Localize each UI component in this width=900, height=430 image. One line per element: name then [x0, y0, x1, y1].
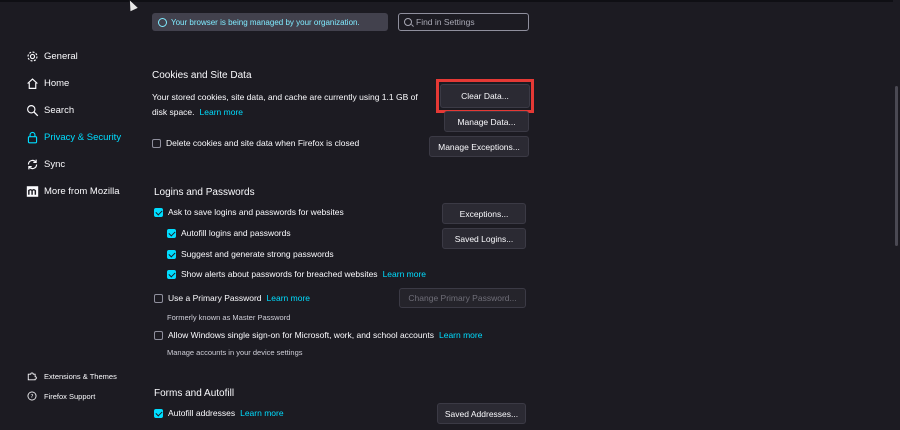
- sidebar-item-more-from-mozilla[interactable]: More from Mozilla: [25, 184, 120, 198]
- sidebar-footer-label: Firefox Support: [44, 391, 96, 401]
- puzzle-icon: [27, 371, 37, 381]
- cookies-usage-text-line1: Your stored cookies, site data, and cach…: [152, 92, 418, 102]
- checkbox-checked[interactable]: [154, 408, 163, 418]
- gear-icon: [25, 49, 39, 63]
- primary-password-learn-more-link[interactable]: Learn more: [267, 293, 310, 303]
- checkbox-unchecked[interactable]: [154, 330, 163, 340]
- manage-data-button[interactable]: Manage Data...: [444, 111, 529, 132]
- sidebar-item-sync[interactable]: Sync: [25, 157, 65, 171]
- managed-banner-text: Your browser is being managed by your or…: [171, 17, 360, 27]
- sidebar-footer-label: Extensions & Themes: [44, 371, 117, 381]
- sidebar-item-label: Home: [44, 77, 70, 89]
- delete-on-close-label: Delete cookies and site data when Firefo…: [166, 138, 360, 148]
- search-input[interactable]: Find in Settings: [398, 13, 529, 31]
- windows-sso-label: Allow Windows single sign-on for Microso…: [168, 330, 434, 340]
- search-placeholder: Find in Settings: [416, 17, 475, 27]
- checkbox-checked[interactable]: [167, 249, 176, 259]
- cookies-section-title: Cookies and Site Data: [152, 70, 252, 81]
- ask-save-logins-label: Ask to save logins and passwords for web…: [168, 207, 344, 217]
- search-icon: [404, 18, 412, 26]
- logins-section-title: Logins and Passwords: [154, 187, 255, 198]
- autofill-logins-label: Autofill logins and passwords: [181, 228, 291, 238]
- breach-alerts-checkbox[interactable]: Show alerts about passwords for breached…: [167, 269, 426, 279]
- sidebar-extensions-themes[interactable]: Extensions & Themes: [27, 371, 117, 381]
- sync-icon: [25, 157, 39, 171]
- windows-sso-note: Manage accounts in your device settings: [167, 348, 303, 357]
- sidebar-item-general[interactable]: General: [25, 49, 78, 63]
- autofill-addresses-checkbox[interactable]: Autofill addresses Learn more: [154, 408, 284, 418]
- clear-data-highlight-box: [436, 79, 534, 113]
- suggest-passwords-checkbox[interactable]: Suggest and generate strong passwords: [167, 249, 334, 259]
- scrollbar-thumb[interactable]: [895, 86, 898, 246]
- help-icon: ?: [27, 391, 37, 401]
- checkbox-checked[interactable]: [167, 228, 176, 238]
- autofill-addresses-label: Autofill addresses: [168, 408, 236, 418]
- autofill-logins-checkbox[interactable]: Autofill logins and passwords: [167, 228, 291, 238]
- sidebar-item-search[interactable]: Search: [25, 103, 74, 117]
- sidebar-item-home[interactable]: Home: [25, 76, 69, 90]
- lock-icon: [25, 130, 39, 144]
- breach-alerts-label: Show alerts about passwords for breached…: [181, 269, 378, 279]
- saved-logins-button[interactable]: Saved Logins...: [442, 228, 526, 249]
- manage-exceptions-button[interactable]: Manage Exceptions...: [429, 136, 529, 157]
- cookies-learn-more-link[interactable]: Learn more: [200, 107, 243, 117]
- primary-password-label: Use a Primary Password: [168, 293, 262, 303]
- search-icon: [25, 103, 39, 117]
- exceptions-button[interactable]: Exceptions...: [442, 203, 526, 224]
- checkbox-unchecked[interactable]: [152, 138, 161, 148]
- info-icon: [158, 17, 167, 27]
- windows-sso-checkbox[interactable]: Allow Windows single sign-on for Microso…: [154, 330, 482, 340]
- suggest-passwords-label: Suggest and generate strong passwords: [181, 249, 334, 259]
- svg-text:?: ?: [31, 394, 34, 400]
- home-icon: [25, 76, 39, 90]
- breach-alerts-learn-more-link[interactable]: Learn more: [383, 269, 426, 279]
- delete-on-close-checkbox[interactable]: Delete cookies and site data when Firefo…: [152, 138, 359, 148]
- sidebar-item-label: Search: [44, 104, 75, 116]
- managed-banner[interactable]: Your browser is being managed by your or…: [152, 13, 388, 31]
- autofill-addresses-learn-more-link[interactable]: Learn more: [240, 408, 283, 418]
- checkbox-unchecked[interactable]: [154, 293, 163, 303]
- cookies-usage-text-end: disk space.: [152, 107, 195, 117]
- sidebar-item-label: Sync: [44, 158, 66, 170]
- sidebar-item-label: Privacy & Security: [44, 131, 122, 143]
- sidebar-item-privacy-security[interactable]: Privacy & Security: [25, 130, 121, 144]
- primary-password-note: Formerly known as Master Password: [167, 313, 291, 322]
- primary-password-checkbox[interactable]: Use a Primary Password Learn more: [154, 293, 310, 303]
- mozilla-icon: [25, 184, 39, 198]
- saved-addresses-button[interactable]: Saved Addresses...: [437, 403, 526, 424]
- forms-section-title: Forms and Autofill: [154, 388, 235, 399]
- change-primary-password-button[interactable]: Change Primary Password...: [399, 288, 526, 308]
- sidebar-item-label: General: [44, 50, 78, 62]
- checkbox-checked[interactable]: [154, 207, 163, 217]
- sidebar-firefox-support[interactable]: ? Firefox Support: [27, 391, 95, 401]
- checkbox-checked[interactable]: [167, 269, 176, 279]
- windows-sso-learn-more-link[interactable]: Learn more: [439, 330, 482, 340]
- cookies-usage-text-line2: disk space. Learn more: [152, 107, 243, 117]
- ask-save-logins-checkbox[interactable]: Ask to save logins and passwords for web…: [154, 207, 344, 217]
- sidebar-item-label: More from Mozilla: [44, 185, 120, 197]
